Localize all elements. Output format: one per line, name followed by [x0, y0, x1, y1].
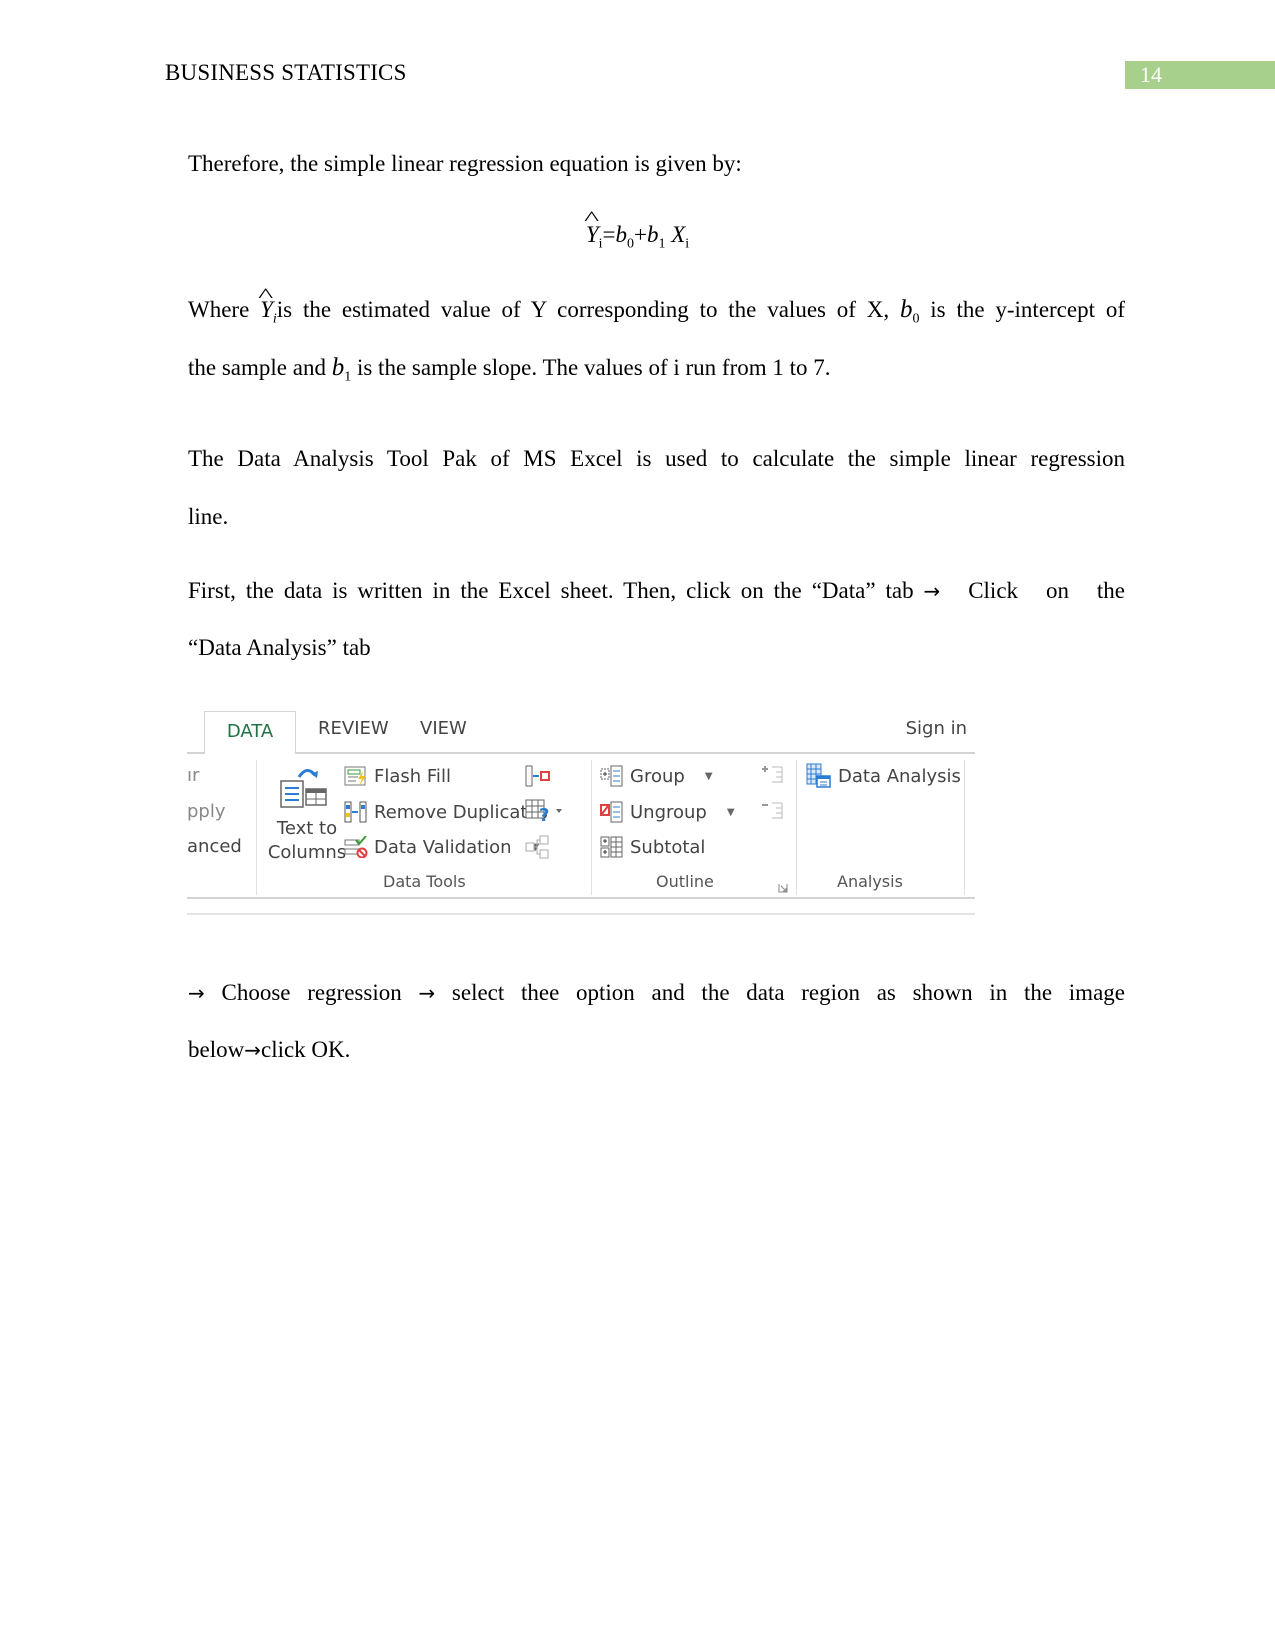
data-validation-icon	[344, 836, 368, 858]
intro-paragraph: Therefore, the simple linear regression …	[188, 151, 742, 176]
steps-text-2: Click on the	[940, 578, 1125, 603]
tab-divider	[187, 752, 975, 754]
ribbon-lower-border	[187, 913, 975, 915]
where-text-4: the sample and	[188, 355, 332, 380]
relationships-icon[interactable]	[525, 835, 551, 864]
group-separator	[256, 760, 257, 895]
remove-duplicates-button[interactable]: Remove Duplicates	[344, 801, 548, 823]
x-subscript: i	[685, 236, 690, 252]
show-detail-icon[interactable]	[760, 763, 784, 792]
data-tools-group-label: Data Tools	[383, 872, 466, 891]
steps-paragraph-line-2: “Data Analysis” tab	[188, 635, 371, 660]
arrow-icon: →	[188, 981, 205, 1005]
steps-paragraph-line-1: First, the data is written in the Excel …	[188, 577, 1125, 605]
sign-in-link[interactable]: Sign in	[906, 709, 967, 749]
y-hat: Y	[586, 222, 599, 248]
data-validation-label: Data Validation	[374, 836, 512, 858]
toolpak-paragraph-line-2: line.	[188, 504, 229, 529]
remove-duplicates-icon	[344, 801, 367, 823]
x-symbol: X	[671, 222, 686, 247]
ribbon-bottom-border	[187, 897, 975, 899]
consolidate-icon[interactable]	[525, 765, 551, 792]
choose-text-4: click OK.	[260, 1037, 351, 1062]
b1-subscript: 1	[658, 236, 666, 252]
choose-text-2: select thee option and the data region a…	[435, 980, 1125, 1005]
running-header-title: BUSINESS STATISTICS	[165, 60, 407, 85]
group-icon	[600, 765, 623, 787]
b0-symbol: b	[615, 222, 627, 247]
choose-text-1: Choose regression	[204, 980, 419, 1005]
hide-detail-icon[interactable]	[760, 799, 784, 828]
ungroup-dropdown-icon[interactable]: ▼	[727, 807, 735, 818]
b0-subscript: 0	[626, 236, 634, 252]
where-text: Where	[188, 297, 261, 322]
ungroup-icon	[600, 801, 623, 823]
analysis-group-label: Analysis	[837, 872, 903, 891]
data-validation-button[interactable]: Data Validation ▼	[344, 836, 539, 858]
ungroup-label: Ungroup	[630, 801, 707, 823]
tab-view[interactable]: VIEW	[420, 709, 467, 749]
plus-sign: +	[633, 222, 647, 247]
tab-review[interactable]: REVIEW	[318, 709, 389, 749]
subtotal-label: Subtotal	[630, 836, 706, 858]
outline-dialog-launcher-icon[interactable]	[778, 877, 788, 893]
where-paragraph-line-2: the sample and b1 is the sample slope. T…	[188, 354, 1125, 392]
svg-text:?: ?	[539, 805, 549, 823]
where-paragraph-line-1: Where Yiis the estimated value of Y corr…	[188, 296, 1125, 334]
steps-text-1: First, the data is written in the Excel …	[188, 578, 924, 603]
subtotal-icon	[600, 836, 623, 858]
tab-data[interactable]: DATA	[204, 711, 296, 754]
where-text-2: is the estimated value of Y correspondin…	[276, 297, 900, 322]
group-button[interactable]: Group ▼	[600, 765, 713, 787]
equals-sign: =	[602, 222, 616, 247]
page-number-badge: 14	[1125, 61, 1275, 89]
subtotal-button[interactable]: Subtotal	[600, 836, 705, 858]
group-dropdown-icon[interactable]: ▼	[705, 771, 713, 782]
y-hat-inline: Y	[260, 296, 273, 324]
clear-button-cutoff[interactable]: ır	[187, 765, 199, 786]
text-to-columns-button[interactable]: Text to Columns	[267, 817, 347, 865]
outline-group-label: Outline	[656, 872, 714, 891]
flash-fill-label: Flash Fill	[374, 765, 451, 787]
b1-symbol: b	[646, 222, 659, 247]
ungroup-button[interactable]: Ungroup ▼	[600, 801, 735, 823]
arrow-icon: →	[244, 1038, 261, 1062]
group-separator	[796, 760, 797, 895]
what-if-analysis-icon[interactable]: ?	[525, 799, 565, 828]
choose-text-3: below	[188, 1037, 245, 1062]
regression-equation: Yi=b0+b1 Xi	[0, 222, 1275, 253]
text-to-columns-icon	[279, 765, 329, 809]
arrow-icon: →	[418, 981, 436, 1005]
advanced-button-cutoff[interactable]: anced	[187, 836, 242, 857]
choose-paragraph-line-2: below→click OK.	[188, 1036, 1125, 1064]
reapply-button-cutoff[interactable]: pply	[187, 801, 226, 822]
text-to-columns-label-2: Columns	[267, 842, 347, 863]
toolpak-paragraph-line-1: The Data Analysis Tool Pak of MS Excel i…	[188, 446, 1125, 471]
remove-duplicates-label: Remove Duplicates	[374, 801, 548, 823]
choose-paragraph-line-1: → Choose regression → select thee option…	[188, 979, 1125, 1007]
group-separator	[591, 760, 592, 895]
excel-ribbon-screenshot: DATA REVIEW VIEW Sign in ır pply anced T…	[187, 705, 975, 915]
b1-inline: b	[331, 354, 345, 381]
data-analysis-icon	[806, 763, 831, 788]
text-to-columns-label-1: Text to	[276, 818, 338, 839]
flash-fill-icon	[344, 766, 366, 786]
b0-inline: b	[899, 296, 913, 323]
data-analysis-button[interactable]: Data Analysis	[806, 763, 961, 789]
group-separator	[964, 760, 965, 895]
where-text-5: is the sample slope. The values of i run…	[351, 355, 831, 380]
group-label: Group	[630, 765, 685, 787]
where-text-3: is the y-intercept of	[919, 297, 1125, 322]
arrow-icon: →	[923, 579, 941, 603]
data-analysis-label: Data Analysis	[838, 765, 961, 787]
flash-fill-button[interactable]: Flash Fill	[344, 765, 451, 787]
